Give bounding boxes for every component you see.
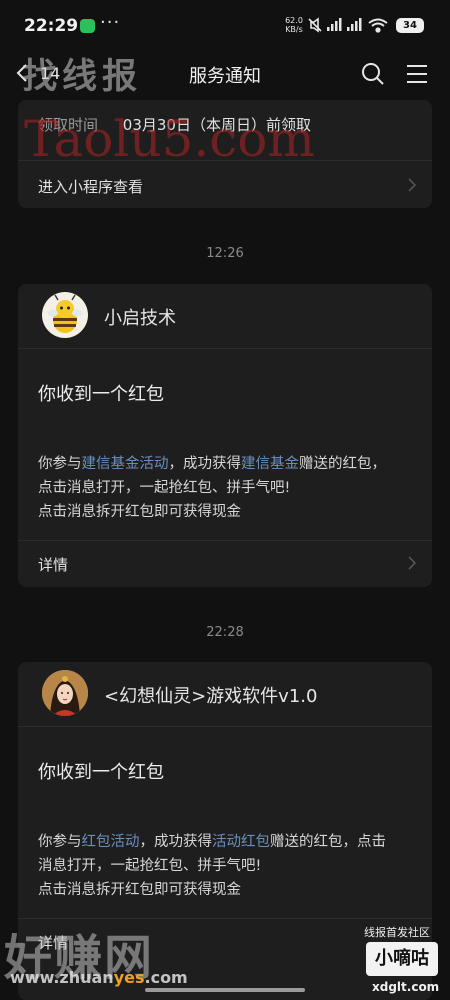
status-time: 22:29: [24, 16, 79, 36]
message-notification-icon: [80, 19, 95, 33]
body-line: 你参与建信基金活动，成功获得建信基金赠送的红包，: [38, 456, 386, 472]
sender-name: 小启技术: [104, 308, 176, 329]
highlight-link: 红包活动: [81, 834, 140, 850]
network-speed-value: 62.0: [285, 16, 303, 25]
watermark-taolu: Taolu5.com: [24, 110, 315, 168]
signal-icon: [327, 18, 362, 31]
message-timestamp: 22:28: [206, 625, 244, 640]
chevron-right-icon: [408, 178, 416, 192]
watermark-url: www.zhuanyes.com: [10, 968, 188, 987]
divider: [18, 726, 432, 727]
network-speed: 62.0 KB/s: [283, 16, 305, 34]
body-line: 点击消息拆开红包即可获得现金: [38, 504, 241, 520]
menu-icon[interactable]: [406, 63, 428, 85]
watermark-text: 找线报: [22, 57, 143, 97]
message-title: 你收到一个红包: [38, 384, 164, 405]
body-line: 点击消息打开，一起抢红包、拼手气吧!: [38, 480, 291, 496]
chevron-right-icon: [408, 556, 416, 570]
status-icons: [308, 17, 388, 33]
wifi-icon: [368, 18, 388, 33]
watermark-badge-caption: 线报首发社区: [364, 926, 430, 939]
details-link[interactable]: 详情: [38, 554, 68, 575]
battery-indicator: 34: [396, 18, 424, 33]
network-speed-unit: KB/s: [285, 25, 303, 34]
mute-icon: [308, 17, 322, 33]
more-notifications-icon: ···: [100, 12, 121, 33]
message-timestamp: 12:26: [206, 246, 244, 261]
status-bar: 22:29 ··· 62.0 KB/s 34: [0, 0, 450, 50]
highlight-link: 建信基金: [241, 456, 299, 472]
highlight-link: 建信基金活动: [81, 456, 169, 472]
highlight-link: 活动红包: [212, 834, 270, 850]
search-icon[interactable]: [360, 61, 386, 87]
body-line: 点击消息拆开红包即可获得现金: [38, 882, 241, 898]
body-line: 消息打开，一起抢红包、拼手气吧!: [38, 858, 262, 874]
watermark-badge: 小嘀咕: [366, 942, 438, 976]
message-title: 你收到一个红包: [38, 762, 164, 783]
watermark-site: xdglt.com: [372, 980, 440, 994]
divider: [18, 540, 432, 541]
character-avatar: [42, 670, 88, 716]
sender-name: <幻想仙灵>游戏软件v1.0: [104, 686, 318, 707]
divider: [18, 348, 432, 349]
body-line: 你参与红包活动，成功获得活动红包赠送的红包，点击: [38, 834, 386, 850]
home-indicator[interactable]: [145, 988, 305, 992]
message-card[interactable]: 小启技术 你收到一个红包 你参与建信基金活动，成功获得建信基金赠送的红包， 点击…: [18, 284, 432, 587]
message-body: 你参与红包活动，成功获得活动红包赠送的红包，点击 消息打开，一起抢红包、拼手气吧…: [38, 830, 418, 902]
message-body: 你参与建信基金活动，成功获得建信基金赠送的红包， 点击消息打开，一起抢红包、拼手…: [38, 452, 418, 524]
bee-avatar: [42, 292, 88, 338]
open-mini-program-link[interactable]: 进入小程序查看: [38, 176, 143, 197]
